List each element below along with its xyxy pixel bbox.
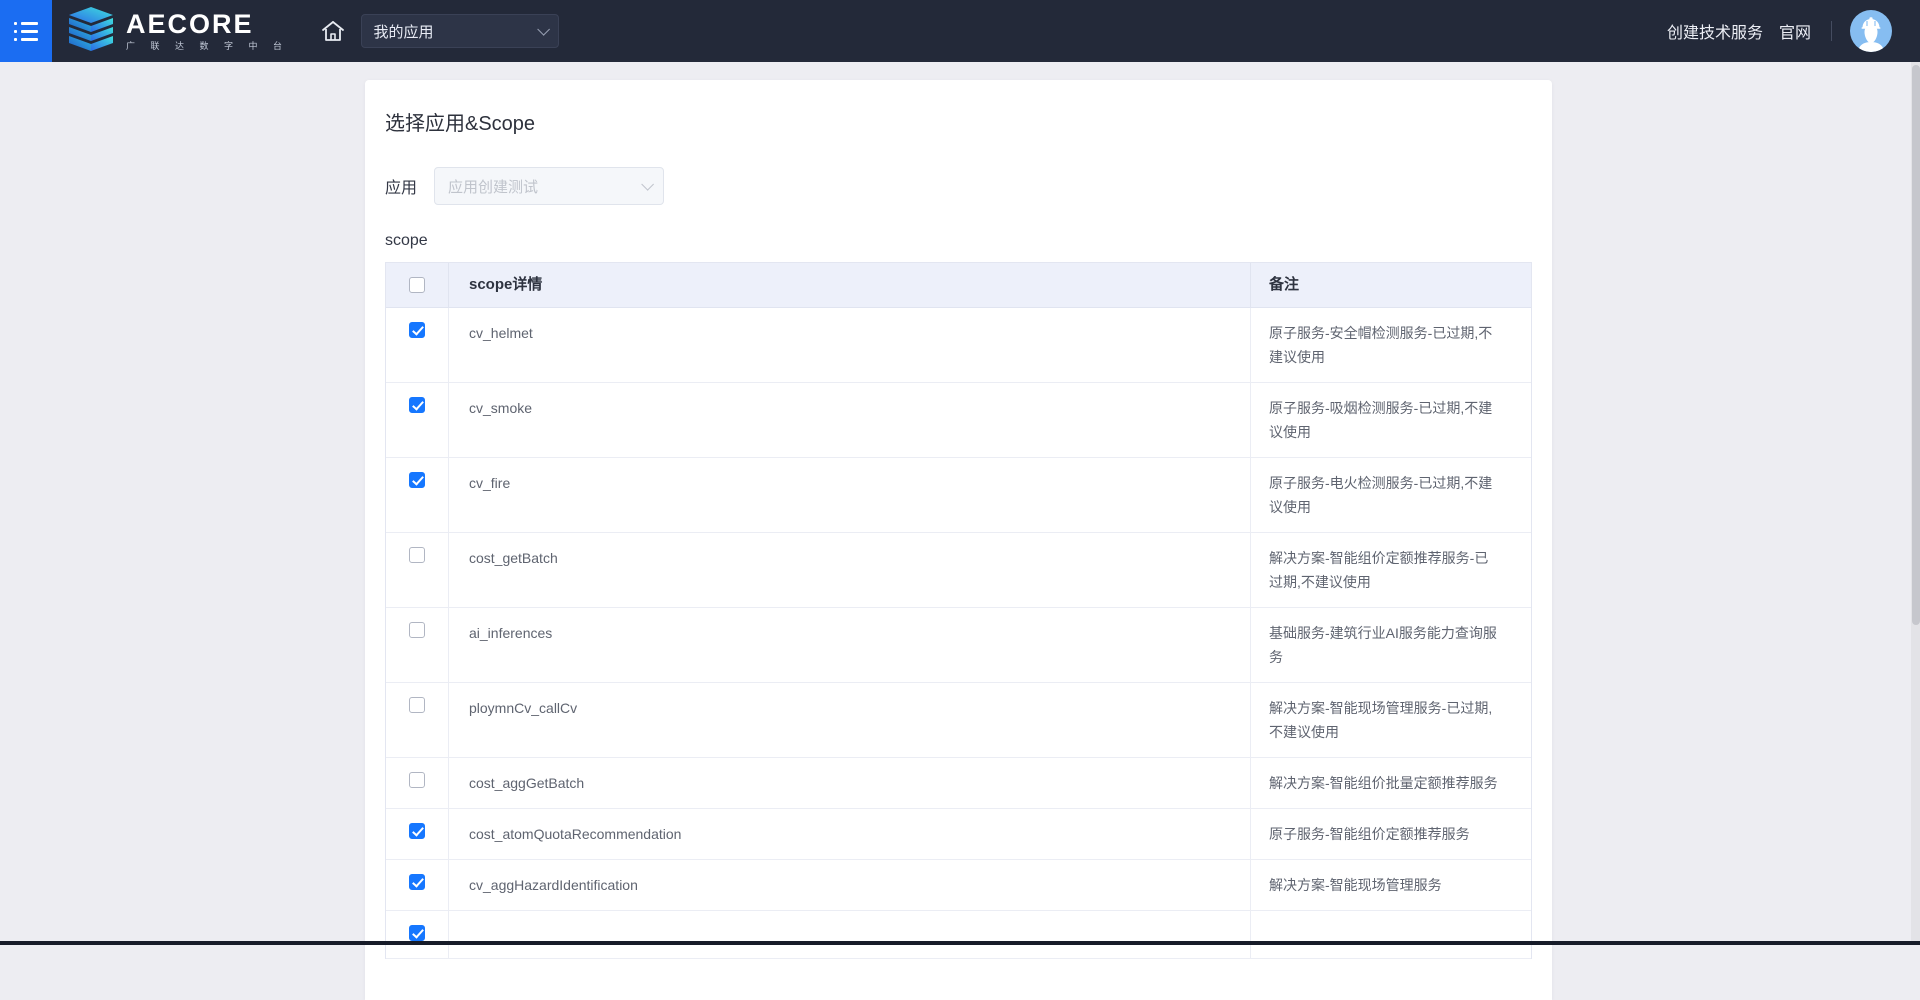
scope-name: ploymnCv_callCv	[449, 683, 1251, 757]
logo-cube-icon	[65, 6, 117, 57]
table-row: cv_smoke 原子服务-吸烟检测服务-已过期,不建议使用	[386, 383, 1531, 458]
scope-name: cv_smoke	[449, 383, 1251, 457]
scope-name: cost_atomQuotaRecommendation	[449, 809, 1251, 859]
navbar-right-group: 创建技术服务 官网	[1667, 10, 1920, 52]
row-checkbox[interactable]	[409, 547, 425, 563]
table-row: cv_fire 原子服务-电火检测服务-已过期,不建议使用	[386, 458, 1531, 533]
header-remark: 备注	[1251, 263, 1531, 307]
scope-remark: 解决方案-智能组价定额推荐服务-已过期,不建议使用	[1251, 533, 1531, 607]
app-select-disabled[interactable]: 应用创建测试	[434, 167, 664, 205]
chevron-down-icon	[641, 178, 654, 191]
row-checkbox[interactable]	[409, 397, 425, 413]
row-checkbox[interactable]	[409, 697, 425, 713]
logo-brand-text: AECORE	[126, 11, 289, 38]
scope-remark: 解决方案-智能现场管理服务-已过期,不建议使用	[1251, 683, 1531, 757]
vertical-scrollbar-thumb[interactable]	[1912, 65, 1920, 625]
scope-remark: 解决方案-智能现场管理服务	[1251, 860, 1531, 910]
table-row	[386, 911, 1531, 959]
vertical-divider	[1831, 21, 1832, 41]
scope-remark: 基础服务-建筑行业AI服务能力查询服务	[1251, 608, 1531, 682]
user-helmet-avatar-icon	[1850, 12, 1892, 52]
select-all-checkbox[interactable]	[409, 277, 425, 293]
scope-section-label: scope	[385, 232, 1532, 250]
scope-remark: 原子服务-智能组价定额推荐服务	[1251, 809, 1531, 859]
scope-remark: 原子服务-安全帽检测服务-已过期,不建议使用	[1251, 308, 1531, 382]
list-icon	[14, 22, 38, 41]
row-checkbox[interactable]	[409, 823, 425, 839]
official-site-link[interactable]: 官网	[1779, 19, 1811, 43]
brand-logo: AECORE 广 联 达 数 字 中 台	[65, 6, 289, 57]
table-row: ai_inferences 基础服务-建筑行业AI服务能力查询服务	[386, 608, 1531, 683]
table-row: cv_helmet 原子服务-安全帽检测服务-已过期,不建议使用	[386, 308, 1531, 383]
row-checkbox[interactable]	[409, 874, 425, 890]
scope-name: cost_getBatch	[449, 533, 1251, 607]
vertical-scrollbar-track[interactable]	[1911, 62, 1920, 945]
row-checkbox[interactable]	[409, 925, 425, 941]
scope-name: cv_fire	[449, 458, 1251, 532]
app-switcher-value: 我的应用	[374, 21, 537, 42]
scope-table: scope详情 备注 cv_helmet 原子服务-安全帽检测服务-已过期,不建…	[385, 262, 1532, 959]
row-checkbox[interactable]	[409, 322, 425, 338]
table-row: cost_aggGetBatch 解决方案-智能组价批量定额推荐服务	[386, 758, 1531, 809]
select-app-scope-panel: 选择应用&Scope 应用 应用创建测试 scope scope详情 备注 cv…	[365, 80, 1552, 1000]
header-scope-detail: scope详情	[449, 263, 1251, 307]
scope-remark	[1251, 911, 1531, 958]
scope-name: cv_aggHazardIdentification	[449, 860, 1251, 910]
panel-title: 选择应用&Scope	[385, 80, 1532, 136]
table-row: cost_atomQuotaRecommendation 原子服务-智能组价定额…	[386, 809, 1531, 860]
scope-remark: 解决方案-智能组价批量定额推荐服务	[1251, 758, 1531, 808]
scope-name: cv_helmet	[449, 308, 1251, 382]
row-checkbox[interactable]	[409, 622, 425, 638]
app-switcher-select[interactable]: 我的应用	[361, 14, 559, 48]
app-field-label: 应用	[385, 174, 417, 198]
home-button[interactable]	[321, 19, 345, 43]
home-icon	[321, 19, 345, 43]
scope-name	[449, 911, 1251, 958]
row-checkbox[interactable]	[409, 772, 425, 788]
scope-name: cost_aggGetBatch	[449, 758, 1251, 808]
app-field-row: 应用 应用创建测试	[385, 167, 1532, 205]
table-row: cost_getBatch 解决方案-智能组价定额推荐服务-已过期,不建议使用	[386, 533, 1531, 608]
app-select-value: 应用创建测试	[448, 176, 641, 197]
user-avatar[interactable]	[1850, 10, 1892, 52]
scope-remark: 原子服务-电火检测服务-已过期,不建议使用	[1251, 458, 1531, 532]
logo-subtitle-text: 广 联 达 数 字 中 台	[126, 42, 289, 51]
scope-name: ai_inferences	[449, 608, 1251, 682]
scope-remark: 原子服务-吸烟检测服务-已过期,不建议使用	[1251, 383, 1531, 457]
scope-table-body: cv_helmet 原子服务-安全帽检测服务-已过期,不建议使用 cv_smok…	[386, 308, 1531, 959]
row-checkbox[interactable]	[409, 472, 425, 488]
table-row: cv_aggHazardIdentification 解决方案-智能现场管理服务	[386, 860, 1531, 911]
top-navbar: AECORE 广 联 达 数 字 中 台 我的应用 创建技术服务 官网	[0, 0, 1920, 62]
scope-table-header: scope详情 备注	[386, 263, 1531, 308]
chevron-down-icon	[537, 23, 550, 36]
main-menu-button[interactable]	[0, 0, 52, 62]
create-tech-service-link[interactable]: 创建技术服务	[1667, 19, 1763, 43]
table-row: ploymnCv_callCv 解决方案-智能现场管理服务-已过期,不建议使用	[386, 683, 1531, 758]
window-bottom-edge	[0, 941, 1920, 945]
